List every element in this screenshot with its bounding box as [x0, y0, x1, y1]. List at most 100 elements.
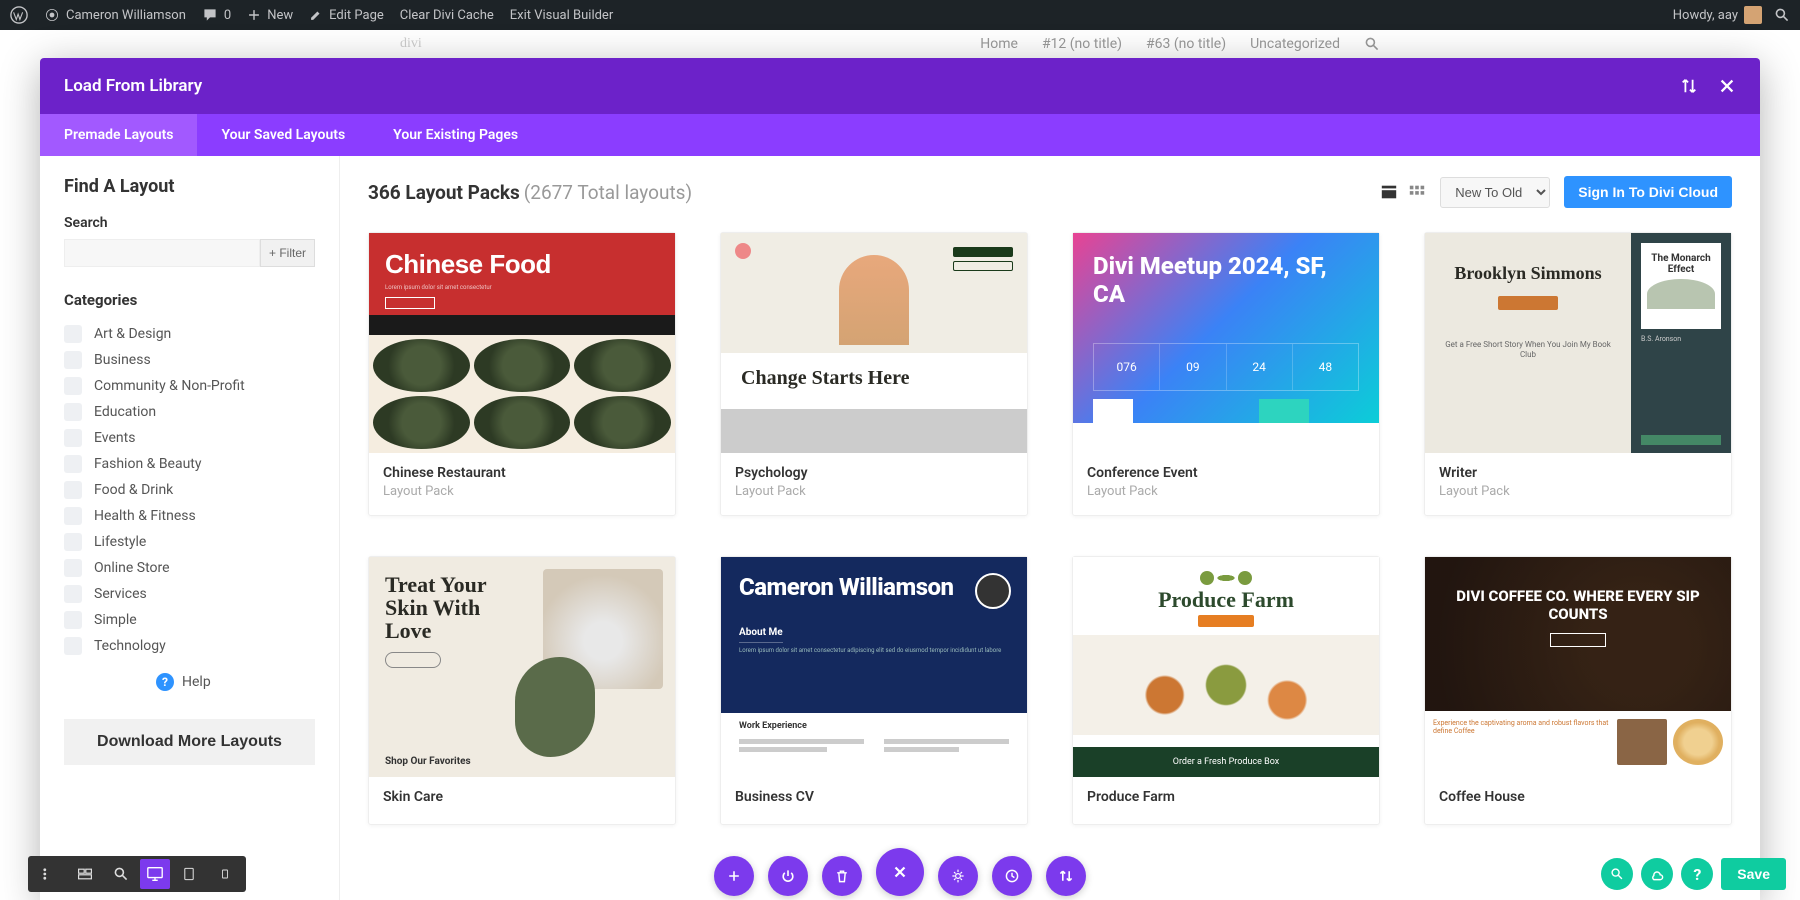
- desktop-icon[interactable]: [140, 859, 170, 889]
- category-item[interactable]: Technology: [64, 633, 315, 659]
- layout-title: Produce Farm: [1087, 789, 1365, 805]
- checkbox[interactable]: [64, 585, 82, 603]
- category-item[interactable]: Food & Drink: [64, 477, 315, 503]
- layout-thumbnail: Cameron Williamson About Me Lorem ipsum …: [721, 557, 1027, 777]
- layout-card[interactable]: Treat Your Skin With Love Shop Our Favor…: [368, 556, 676, 825]
- category-item[interactable]: Lifestyle: [64, 529, 315, 555]
- sort-select[interactable]: New To Old: [1440, 177, 1550, 208]
- categories-heading: Categories: [64, 291, 315, 309]
- howdy-user[interactable]: Howdy, aay: [1673, 6, 1762, 24]
- builder-right-dock: ? Save: [1601, 858, 1786, 890]
- gear-icon[interactable]: [938, 856, 978, 896]
- help-link[interactable]: ?Help: [64, 673, 315, 691]
- category-item[interactable]: Services: [64, 581, 315, 607]
- layout-thumbnail: Brooklyn SimmonsGet a Free Short Story W…: [1425, 233, 1731, 453]
- trash-icon[interactable]: [822, 856, 862, 896]
- tab-existing-pages[interactable]: Your Existing Pages: [369, 114, 542, 156]
- checkbox[interactable]: [64, 325, 82, 343]
- help-icon: ?: [156, 673, 174, 691]
- layout-subtitle: Layout Pack: [735, 484, 1013, 499]
- comment-count: 0: [224, 8, 231, 23]
- category-item[interactable]: Health & Fitness: [64, 503, 315, 529]
- checkbox[interactable]: [64, 377, 82, 395]
- nav-item[interactable]: Uncategorized: [1250, 36, 1340, 52]
- layout-title: Coffee House: [1439, 789, 1717, 805]
- list-view-icon[interactable]: [1408, 183, 1426, 201]
- signin-divi-cloud-button[interactable]: Sign In To Divi Cloud: [1564, 176, 1732, 208]
- clear-cache-link[interactable]: Clear Divi Cache: [400, 8, 494, 23]
- category-item[interactable]: Events: [64, 425, 315, 451]
- search-icon[interactable]: [1774, 7, 1790, 23]
- tablet-icon[interactable]: [172, 859, 206, 889]
- layout-thumbnail: Divi Meetup 2024, SF, CA 076092448: [1073, 233, 1379, 453]
- tab-saved-layouts[interactable]: Your Saved Layouts: [197, 114, 369, 156]
- checkbox[interactable]: [64, 351, 82, 369]
- sort-icon[interactable]: [1046, 856, 1086, 896]
- layout-card[interactable]: Change Starts Here PsychologyLayout Pack: [720, 232, 1028, 516]
- edit-page-link[interactable]: Edit Page: [309, 8, 384, 23]
- modal-header: Load From Library: [40, 58, 1760, 114]
- checkbox[interactable]: [64, 429, 82, 447]
- checkbox[interactable]: [64, 533, 82, 551]
- layout-subtitle: Layout Pack: [1087, 484, 1365, 499]
- avatar: [1744, 6, 1762, 24]
- filter-button[interactable]: + Filter: [260, 239, 315, 267]
- category-item[interactable]: Business: [64, 347, 315, 373]
- new-label: New: [267, 8, 293, 23]
- checkbox[interactable]: [64, 481, 82, 499]
- portability-icon[interactable]: [1680, 77, 1698, 95]
- layout-card[interactable]: Cameron Williamson About Me Lorem ipsum …: [720, 556, 1028, 825]
- checkbox[interactable]: [64, 637, 82, 655]
- checkbox[interactable]: [64, 611, 82, 629]
- checkbox[interactable]: [64, 507, 82, 525]
- layout-card[interactable]: Chinese Food Lorem ipsum dolor sit amet …: [368, 232, 676, 516]
- layout-card[interactable]: DIVI COFFEE CO. WHERE EVERY SIP COUNTS E…: [1424, 556, 1732, 825]
- cloud-sync-icon[interactable]: [1641, 858, 1673, 890]
- close-icon[interactable]: [1718, 77, 1736, 95]
- filter-sidebar: Find A Layout Search + Filter Categories…: [40, 156, 340, 900]
- search-label: Search: [64, 215, 315, 231]
- add-icon[interactable]: [714, 856, 754, 896]
- sidebar-heading: Find A Layout: [64, 176, 315, 197]
- layout-subtitle: Layout Pack: [1439, 484, 1717, 499]
- layout-card[interactable]: Produce Farm Order a Fresh Produce Box P…: [1072, 556, 1380, 825]
- wp-admin-bar: Cameron Williamson 0 New Edit Page Clear…: [0, 0, 1800, 30]
- modal-tabs: Premade Layouts Your Saved Layouts Your …: [40, 114, 1760, 156]
- help-icon[interactable]: ?: [1681, 858, 1713, 890]
- search-input[interactable]: [64, 239, 260, 267]
- checkbox[interactable]: [64, 559, 82, 577]
- search-icon[interactable]: [1364, 36, 1380, 52]
- checkbox[interactable]: [64, 455, 82, 473]
- close-dock-icon[interactable]: [876, 848, 924, 896]
- layout-card[interactable]: Brooklyn SimmonsGet a Free Short Story W…: [1424, 232, 1732, 516]
- layout-card[interactable]: Divi Meetup 2024, SF, CA 076092448 Confe…: [1072, 232, 1380, 516]
- nav-item[interactable]: Home: [980, 36, 1018, 52]
- builder-dock: [714, 848, 1086, 900]
- category-item[interactable]: Art & Design: [64, 321, 315, 347]
- checkbox[interactable]: [64, 403, 82, 421]
- tab-premade-layouts[interactable]: Premade Layouts: [40, 114, 197, 156]
- category-item[interactable]: Online Store: [64, 555, 315, 581]
- download-more-button[interactable]: Download More Layouts: [64, 719, 315, 765]
- site-name-link[interactable]: Cameron Williamson: [44, 7, 186, 23]
- wp-logo-icon[interactable]: [10, 6, 28, 24]
- grid-view-icon[interactable]: [1380, 183, 1398, 201]
- category-item[interactable]: Fashion & Beauty: [64, 451, 315, 477]
- phone-icon[interactable]: [208, 859, 242, 889]
- comments-link[interactable]: 0: [202, 7, 231, 23]
- power-icon[interactable]: [768, 856, 808, 896]
- nav-item[interactable]: #63 (no title): [1146, 36, 1226, 52]
- search-icon[interactable]: [1601, 858, 1633, 890]
- wireframe-icon[interactable]: [68, 859, 102, 889]
- save-button[interactable]: Save: [1721, 858, 1786, 890]
- menu-icon[interactable]: [32, 859, 66, 889]
- layout-title: Conference Event: [1087, 465, 1365, 481]
- nav-item[interactable]: #12 (no title): [1042, 36, 1122, 52]
- history-icon[interactable]: [992, 856, 1032, 896]
- zoom-icon[interactable]: [104, 859, 138, 889]
- category-item[interactable]: Simple: [64, 607, 315, 633]
- new-content-link[interactable]: New: [247, 8, 293, 23]
- category-item[interactable]: Community & Non-Profit: [64, 373, 315, 399]
- category-item[interactable]: Education: [64, 399, 315, 425]
- exit-builder-link[interactable]: Exit Visual Builder: [510, 8, 613, 23]
